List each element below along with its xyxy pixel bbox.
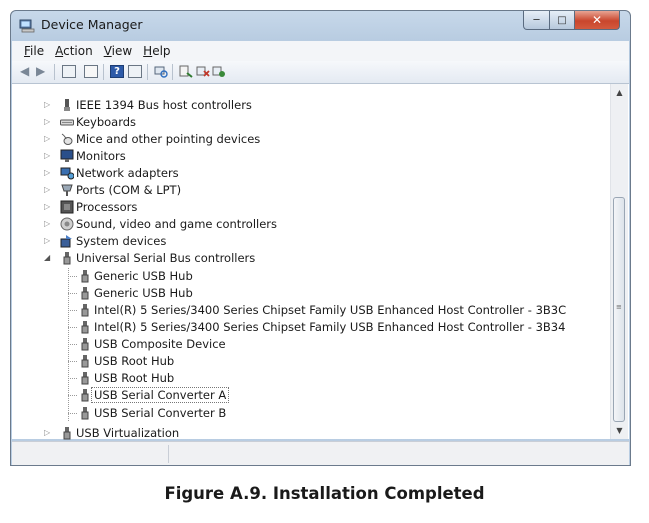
device-manager-window: Device Manager ─ □ ✕ File Action View He… <box>10 10 631 466</box>
toolbar-separator <box>103 64 104 80</box>
status-bar <box>12 441 629 465</box>
forward-icon[interactable]: ▶ <box>36 65 50 78</box>
properties-icon[interactable] <box>62 65 76 78</box>
tree-branch-line <box>68 344 77 345</box>
expand-icon[interactable]: ▷ <box>44 168 50 177</box>
status-divider <box>168 445 169 463</box>
toolbar-separator <box>172 64 173 80</box>
usb-device-icon <box>81 304 89 317</box>
expand-icon[interactable]: ▷ <box>44 134 50 143</box>
toolbar-separator <box>147 64 148 80</box>
close-button[interactable]: ✕ <box>574 11 620 30</box>
details-icon[interactable] <box>84 65 98 78</box>
device-manager-icon <box>19 19 35 33</box>
collapse-icon[interactable]: ◢ <box>44 253 50 262</box>
expand-icon[interactable]: ▷ <box>44 236 50 245</box>
device-tree[interactable]: ▷ IEEE 1394 Bus host controllers ▷ Keybo… <box>12 84 629 440</box>
window-title: Device Manager <box>41 17 143 32</box>
tree-branch-line <box>68 413 77 414</box>
maximize-icon: □ <box>557 14 567 26</box>
scrollbar-thumb[interactable]: ≡ <box>613 197 625 422</box>
minimize-button[interactable]: ─ <box>523 11 550 30</box>
keyboard-icon <box>60 119 74 126</box>
arrow-up-icon: ▲ <box>616 88 623 97</box>
tree-branch-line <box>68 293 77 294</box>
update-driver-icon[interactable] <box>179 65 193 78</box>
processor-icon <box>60 200 74 214</box>
tree-branch-line <box>68 395 77 396</box>
disable-icon[interactable] <box>196 65 210 78</box>
menu-action[interactable]: Action <box>55 44 93 58</box>
expand-icon[interactable]: ▷ <box>44 185 50 194</box>
usb-device-icon <box>81 372 89 385</box>
usb-device-icon <box>81 389 89 402</box>
usb-device-icon <box>81 355 89 368</box>
minimize-icon: ─ <box>533 14 540 26</box>
show-hidden-icon[interactable] <box>128 65 142 78</box>
mouse-icon <box>61 133 73 145</box>
speaker-icon <box>60 217 74 231</box>
tree-branch-line <box>68 310 77 311</box>
ieee1394-icon <box>64 99 70 111</box>
port-icon <box>61 184 73 196</box>
usb-device-icon <box>81 321 89 334</box>
figure-caption: Figure A.9. Installation Completed <box>164 484 485 503</box>
usb-device-icon <box>81 270 89 283</box>
tree-branch-line <box>68 276 77 277</box>
tree-branch-line <box>68 361 77 362</box>
maximize-button[interactable]: □ <box>549 11 575 30</box>
help-icon[interactable]: ? <box>110 65 124 78</box>
menu-bar: File Action View Help <box>12 41 629 61</box>
expand-icon[interactable]: ▷ <box>44 117 50 126</box>
menu-view[interactable]: View <box>104 44 132 58</box>
menu-help[interactable]: Help <box>143 44 170 58</box>
toolbar: ◀ ▶ ? <box>12 61 629 84</box>
scroll-down-button[interactable]: ▼ <box>611 422 628 439</box>
tree-branch-line <box>68 327 77 328</box>
usb-icon <box>63 252 71 265</box>
network-adapter-icon <box>60 167 74 180</box>
uninstall-icon[interactable] <box>212 65 226 78</box>
grip-icon: ≡ <box>616 303 622 311</box>
usb-device-icon <box>81 287 89 300</box>
monitor-icon <box>60 149 74 162</box>
expand-icon[interactable]: ▷ <box>44 151 50 160</box>
title-bar[interactable]: Device Manager ─ □ ✕ <box>11 11 630 41</box>
usb-device-icon <box>81 338 89 351</box>
expand-icon[interactable]: ▷ <box>44 219 50 228</box>
toolbar-separator <box>54 64 55 80</box>
tree-branch-line <box>68 378 77 379</box>
usb-icon <box>63 427 71 440</box>
menu-file[interactable]: File <box>24 44 44 58</box>
close-icon: ✕ <box>591 13 603 27</box>
scan-changes-icon[interactable] <box>154 65 168 78</box>
expand-icon[interactable]: ▷ <box>44 428 50 437</box>
usb-device-icon <box>81 407 89 420</box>
system-devices-icon <box>60 235 72 248</box>
arrow-down-icon: ▼ <box>616 426 623 435</box>
expand-icon[interactable]: ▷ <box>44 100 50 109</box>
back-icon[interactable]: ◀ <box>20 65 34 78</box>
expand-icon[interactable]: ▷ <box>44 202 50 211</box>
vertical-scrollbar[interactable]: ▲ ≡ ▼ <box>610 84 628 439</box>
scroll-up-button[interactable]: ▲ <box>611 84 628 101</box>
